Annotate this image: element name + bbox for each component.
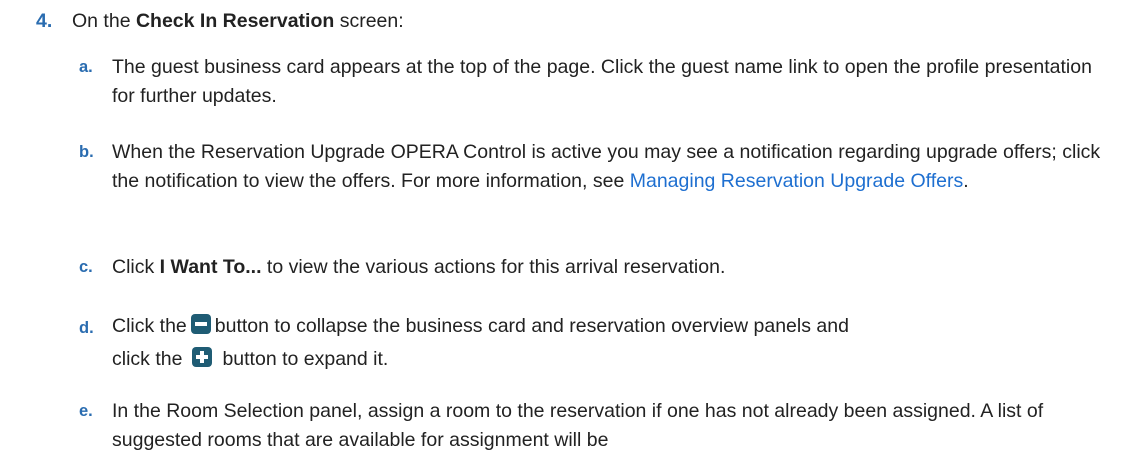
- substep-d-part2: button to collapse the business card and…: [214, 315, 849, 337]
- i-want-to-label: I Want To...: [159, 256, 262, 278]
- substep-letter: b.: [79, 143, 94, 161]
- substep-c-before: Click: [112, 256, 160, 278]
- substep-d-part1: Click the: [112, 315, 187, 337]
- substep-c: c. Click I Want To... to view the variou…: [79, 253, 1119, 282]
- substep-a-text: The guest business card appears at the t…: [112, 56, 1092, 107]
- minus-square-icon: [190, 314, 211, 334]
- substep-d-part4: button to expand it.: [222, 348, 389, 370]
- managing-upgrade-offers-link[interactable]: Managing Reservation Upgrade Offers: [630, 170, 964, 192]
- substep-letter: c.: [79, 258, 93, 276]
- substep-d: d. Click the button to collapse the busin…: [79, 310, 1119, 376]
- substep-b: b. When the Reservation Upgrade OPERA Co…: [79, 138, 1119, 196]
- substep-letter: e.: [79, 402, 93, 420]
- step-4: 4. On the Check In Reservation screen:: [36, 8, 404, 34]
- step-screen-name: Check In Reservation: [135, 10, 335, 32]
- substep-letter: d.: [79, 319, 94, 337]
- substep-e: e. In the Room Selection panel, assign a…: [79, 397, 1119, 455]
- step-number: 4.: [36, 10, 53, 32]
- plus-square-icon: [192, 347, 213, 367]
- substep-letter: a.: [79, 58, 93, 76]
- substep-b-period: .: [963, 170, 969, 192]
- substep-c-text: Click I Want To... to view the various a…: [112, 253, 1119, 282]
- substep-d-text: Click the button to collapse the business…: [112, 310, 1119, 376]
- substep-b-text: When the Reservation Upgrade OPERA Contr…: [112, 138, 1119, 196]
- substep-e-text: In the Room Selection panel, assign a ro…: [112, 400, 1044, 451]
- substep-a: a. The guest business card appears at th…: [79, 53, 1119, 111]
- step-text-after: screen:: [334, 10, 404, 32]
- substep-c-after: to view the various actions for this arr…: [261, 256, 726, 278]
- substep-d-part3: click the: [112, 348, 183, 370]
- step-text-before: On the: [72, 10, 136, 32]
